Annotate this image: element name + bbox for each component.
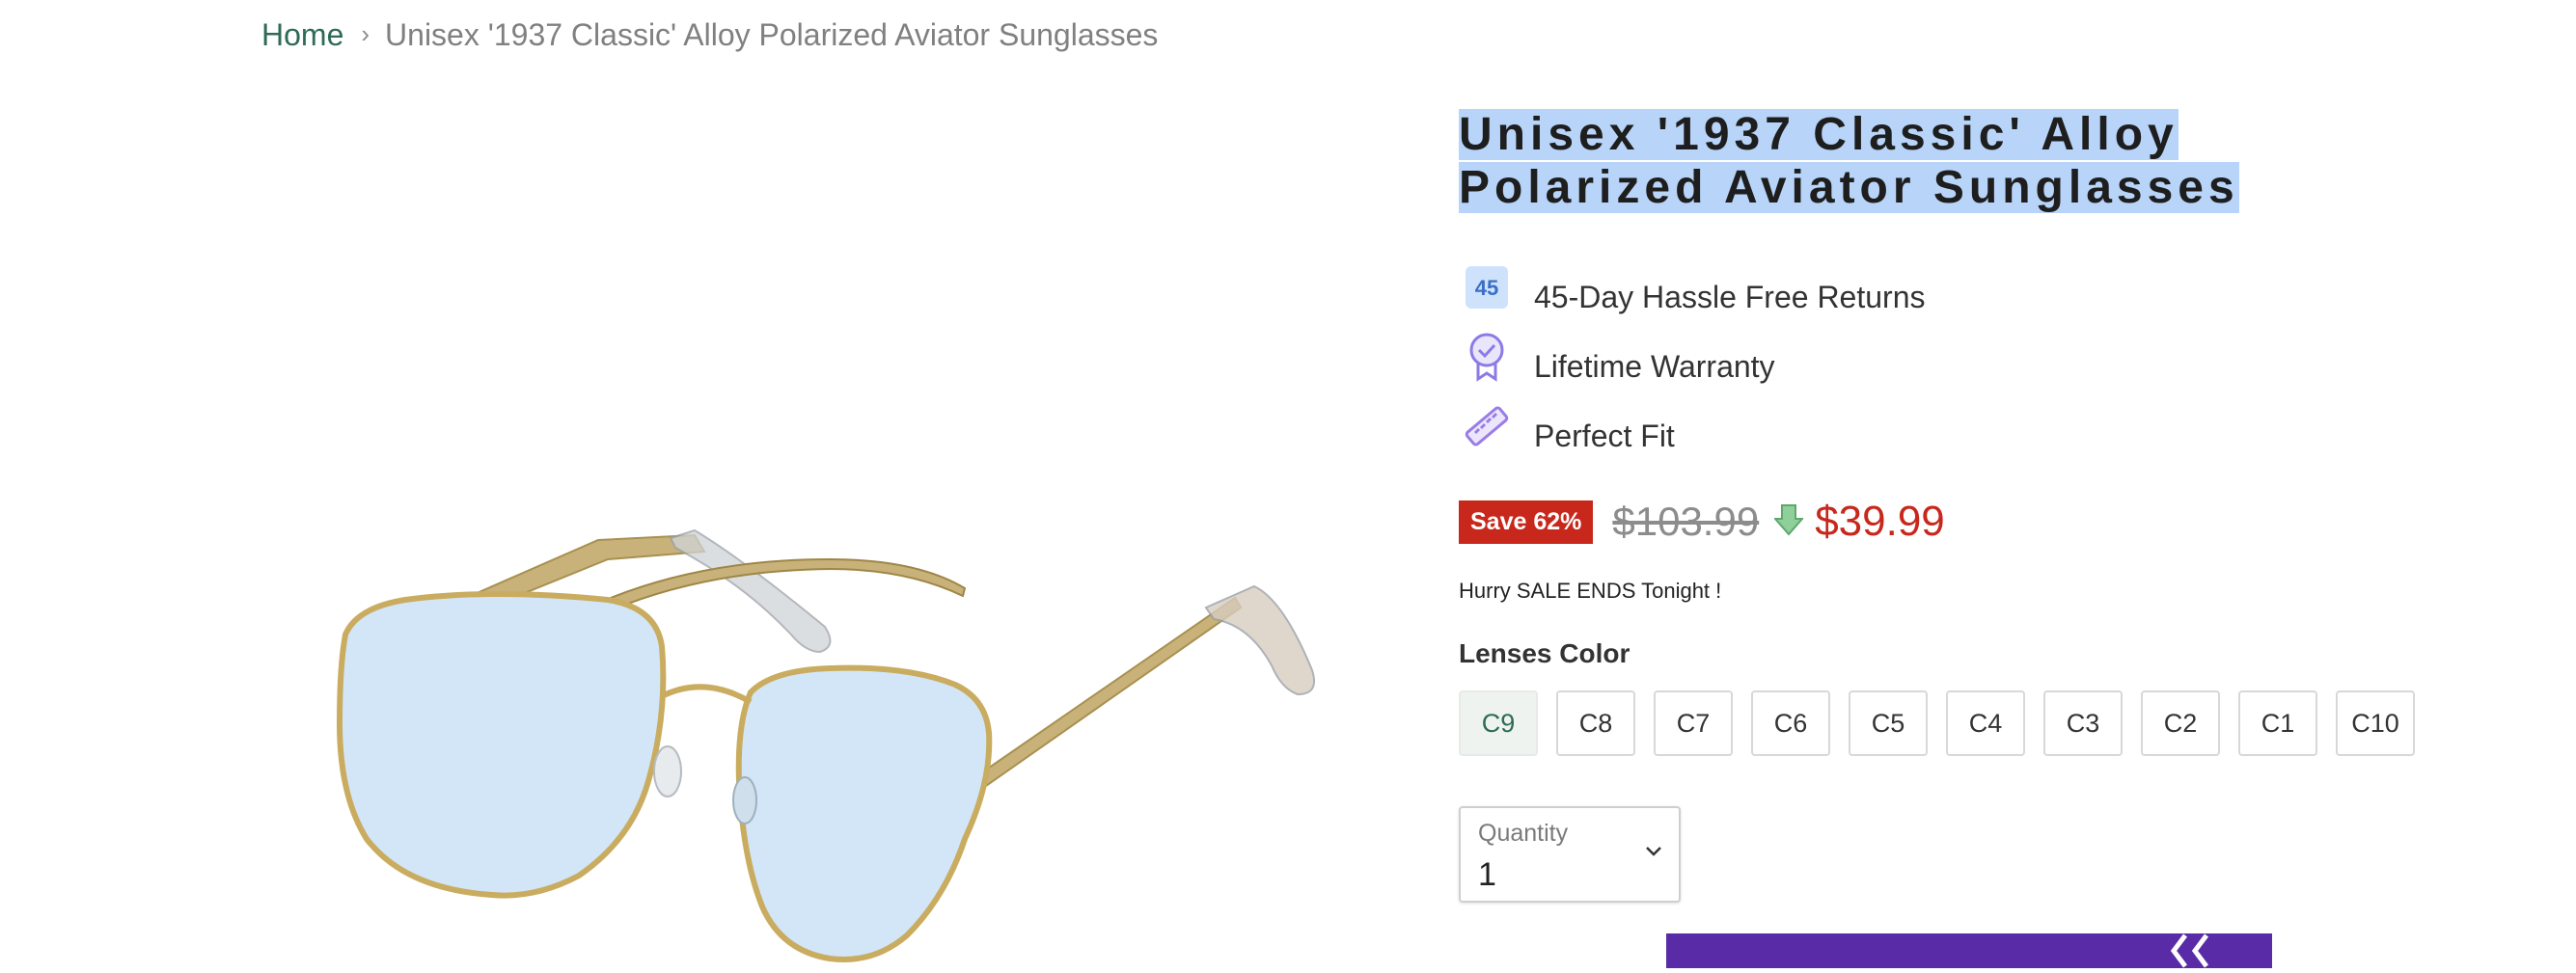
lens-option-c10[interactable]: C10 <box>2336 690 2415 756</box>
feature-list: 45 45-Day Hassle Free Returns Lifetime W… <box>1459 262 1925 471</box>
lens-option-c3[interactable]: C3 <box>2043 690 2123 756</box>
sale-urgency-text: Hurry SALE ENDS Tonight ! <box>1459 579 1722 603</box>
lens-option-c6[interactable]: C6 <box>1751 690 1830 756</box>
45-day-badge-icon-text: 45 <box>1475 276 1498 300</box>
lens-option-c8[interactable]: C8 <box>1556 690 1635 756</box>
quantity-select[interactable]: Quantity 1 <box>1459 806 1681 903</box>
save-badge: Save 62% <box>1459 500 1594 544</box>
lens-option-c5[interactable]: C5 <box>1849 690 1928 756</box>
lens-option-c7[interactable]: C7 <box>1654 690 1733 756</box>
breadcrumb-current: Unisex '1937 Classic' Alloy Polarized Av… <box>385 17 1159 52</box>
price-row: Save 62% $103.99 $39.99 <box>1459 498 1945 546</box>
double-chevron-icon <box>2170 933 2208 968</box>
original-price: $103.99 <box>1612 499 1760 544</box>
lens-option-c9[interactable]: C9 <box>1459 690 1538 756</box>
feature-returns-text: 45-Day Hassle Free Returns <box>1534 279 1926 314</box>
breadcrumb-home-link[interactable]: Home <box>261 17 343 53</box>
lenses-color-options: C9 C8 C7 C6 C5 C4 C3 C2 C1 C10 <box>1459 690 2433 756</box>
add-to-cart-button[interactable] <box>1666 933 2272 968</box>
ruler-icon <box>1459 398 1515 454</box>
product-image[interactable] <box>289 106 1428 968</box>
feature-returns: 45 45-Day Hassle Free Returns <box>1459 262 1925 332</box>
breadcrumb-separator: › <box>361 19 370 48</box>
quantity-value: 1 <box>1478 856 1496 893</box>
quantity-label: Quantity <box>1478 820 1569 847</box>
feature-fit-text: Perfect Fit <box>1534 418 1675 453</box>
aviator-sunglasses-image <box>336 528 1316 962</box>
sale-price: $39.99 <box>1815 498 1945 545</box>
product-title: Unisex '1937 Classic' Alloy Polarized Av… <box>1459 108 2346 214</box>
warranty-ribbon-icon <box>1459 329 1515 385</box>
feature-fit: Perfect Fit <box>1459 401 1925 471</box>
price-down-arrow-icon <box>1772 503 1805 541</box>
feature-warranty: Lifetime Warranty <box>1459 332 1925 401</box>
chevron-down-icon <box>1644 845 1663 863</box>
breadcrumb: Home › Unisex '1937 Classic' Alloy Polar… <box>261 17 1158 53</box>
lens-option-c2[interactable]: C2 <box>2141 690 2220 756</box>
lens-option-c4[interactable]: C4 <box>1946 690 2025 756</box>
product-title-text: Unisex '1937 Classic' Alloy Polarized Av… <box>1459 109 2239 213</box>
lenses-color-label: Lenses Color <box>1459 638 1631 668</box>
feature-warranty-text: Lifetime Warranty <box>1534 348 1775 384</box>
lens-option-c1[interactable]: C1 <box>2238 690 2317 756</box>
45-day-badge-icon: 45 <box>1459 259 1515 315</box>
